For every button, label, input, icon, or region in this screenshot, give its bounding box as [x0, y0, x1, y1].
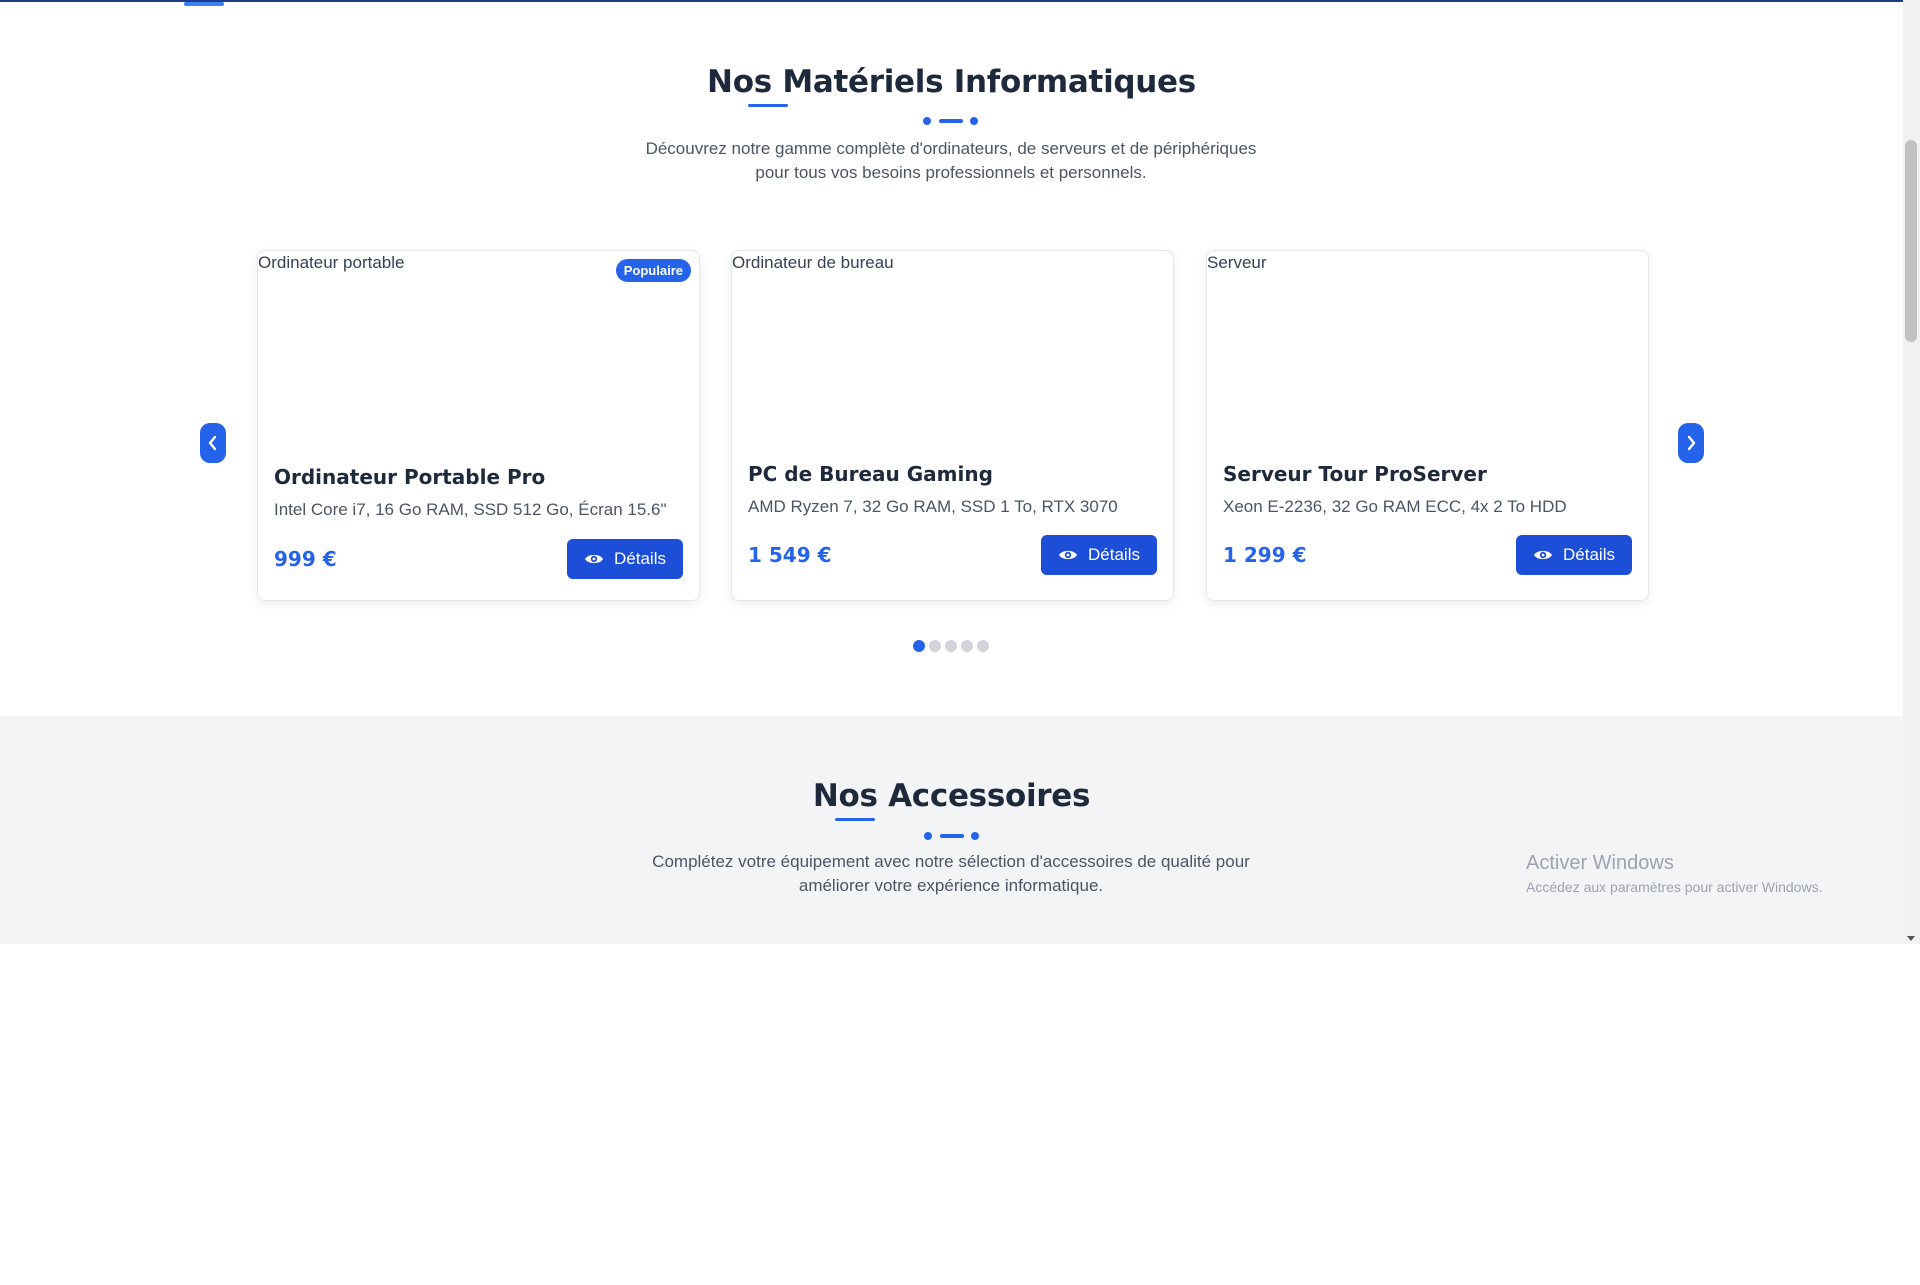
- watermark-subtitle: Accédez aux paramètres pour activer Wind…: [1526, 879, 1823, 895]
- header-bottom-border: [0, 0, 1903, 2]
- materials-title: Nos Matériels Informatiques: [707, 64, 1196, 100]
- product-name: Serveur Tour ProServer: [1223, 462, 1487, 486]
- vertical-scrollbar[interactable]: [1903, 0, 1920, 944]
- page-viewport: Nos Matériels Informatiques Découvrez no…: [0, 0, 1920, 944]
- product-image: Ordinateur portable Populaire: [258, 251, 699, 431]
- product-price: 1 299 €: [1223, 543, 1307, 567]
- eye-icon: [1059, 550, 1078, 560]
- watermark-title: Activer Windows: [1526, 852, 1674, 874]
- product-name: Ordinateur Portable Pro: [274, 465, 546, 489]
- pagination-dot-2[interactable]: [929, 640, 941, 652]
- carousel-pagination: [913, 640, 989, 652]
- product-name: PC de Bureau Gaming: [748, 462, 993, 486]
- accessories-title-underline: [835, 818, 875, 821]
- section-divider: [922, 831, 982, 841]
- accessories-section: Nos Accessoires Complétez votre équipeme…: [0, 716, 1903, 944]
- chevron-right-icon: [1687, 435, 1696, 451]
- scroll-down-arrow-icon[interactable]: [1907, 936, 1915, 941]
- product-price: 1 549 €: [748, 543, 832, 567]
- details-button[interactable]: Détails: [1516, 535, 1632, 575]
- popular-badge: Populaire: [615, 259, 691, 282]
- details-button[interactable]: Détails: [567, 539, 683, 579]
- product-specs: Xeon E-2236, 32 Go RAM ECC, 4x 2 To HDD: [1223, 497, 1567, 516]
- details-button[interactable]: Détails: [1041, 535, 1157, 575]
- product-card[interactable]: Ordinateur portable Populaire Ordinateur…: [257, 250, 700, 601]
- product-image-alt: Serveur: [1207, 253, 1267, 272]
- windows-activation-watermark: Activer Windows Accédez aux paramètres p…: [1526, 852, 1822, 895]
- product-card[interactable]: Ordinateur de bureau PC de Bureau Gaming…: [731, 250, 1174, 601]
- pagination-dot-4[interactable]: [961, 640, 973, 652]
- nav-active-indicator: [184, 2, 224, 6]
- materials-subtitle: Découvrez notre gamme complète d'ordinat…: [645, 139, 1257, 182]
- product-image: Ordinateur de bureau: [732, 251, 1173, 431]
- details-button-label: Détails: [1563, 545, 1615, 564]
- pagination-dot-1[interactable]: [913, 640, 925, 652]
- materials-title-underline: [748, 104, 788, 107]
- product-specs: AMD Ryzen 7, 32 Go RAM, SSD 1 To, RTX 30…: [748, 497, 1118, 516]
- product-price: 999 €: [274, 547, 337, 571]
- carousel-prev-button[interactable]: [200, 423, 226, 463]
- carousel-next-button[interactable]: [1678, 423, 1704, 463]
- accessories-title: Nos Accessoires: [812, 778, 1091, 814]
- product-card[interactable]: Serveur Serveur Tour ProServer Xeon E-22…: [1206, 250, 1649, 601]
- section-divider: [921, 116, 981, 126]
- product-image: Serveur: [1207, 251, 1648, 431]
- product-specs: Intel Core i7, 16 Go RAM, SSD 512 Go, Éc…: [274, 500, 667, 519]
- chevron-left-icon: [208, 435, 217, 451]
- pagination-dot-3[interactable]: [945, 640, 957, 652]
- details-button-label: Détails: [1088, 545, 1140, 564]
- product-image-alt: Ordinateur portable: [258, 253, 405, 272]
- details-button-label: Détails: [614, 549, 666, 568]
- pagination-dot-5[interactable]: [977, 640, 989, 652]
- accessories-subtitle: Complétez votre équipement avec notre sé…: [652, 852, 1250, 895]
- eye-icon: [585, 554, 604, 564]
- eye-icon: [1534, 550, 1553, 560]
- scrollbar-thumb[interactable]: [1905, 140, 1917, 342]
- product-image-alt: Ordinateur de bureau: [732, 253, 894, 272]
